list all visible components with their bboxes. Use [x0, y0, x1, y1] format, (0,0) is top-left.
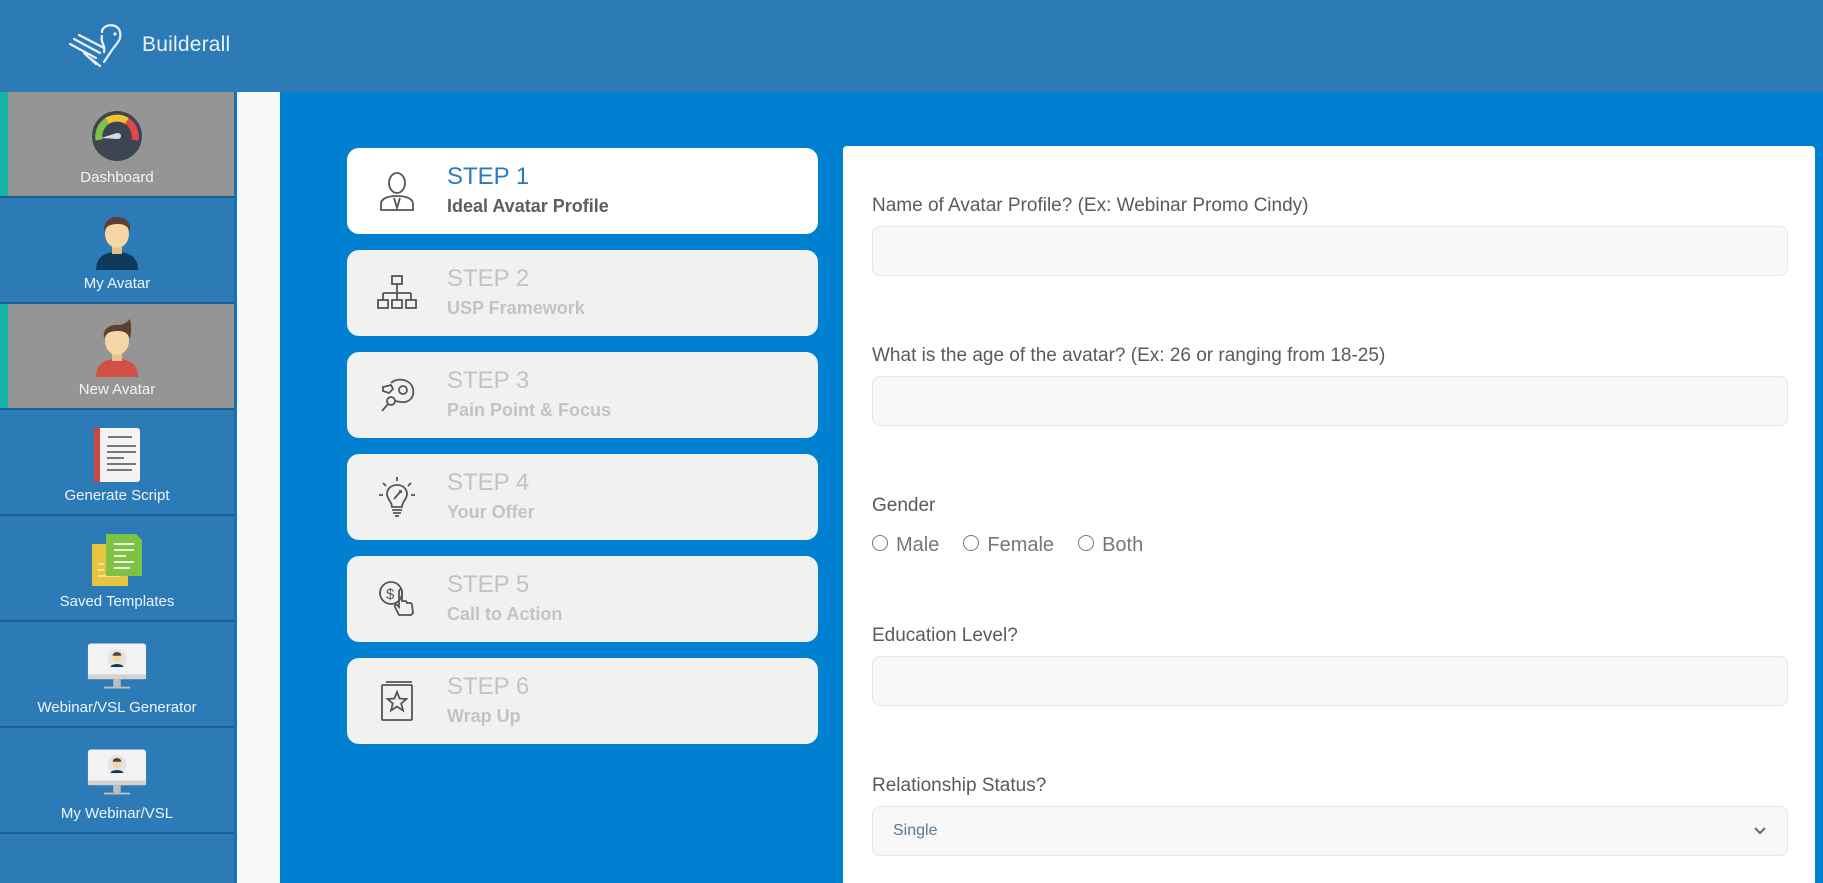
radio-label: Male [896, 534, 940, 556]
avatar-name-label: Name of Avatar Profile? (Ex: Webinar Pro… [872, 195, 1309, 216]
sidebar-item-label: Generate Script [64, 487, 170, 504]
monitor-avatar-icon [87, 743, 147, 801]
sidebar-item-dashboard[interactable]: Dashboard [0, 92, 234, 198]
sidebar-item-my-webinar-vsl[interactable]: My Webinar/VSL [0, 728, 234, 834]
step-name: Pain Point & Focus [447, 400, 612, 420]
relationship-label: Relationship Status? [872, 775, 1047, 796]
brand-name: Builderall [142, 33, 231, 56]
relationship-selected-value: Single [893, 822, 938, 839]
step-name: Call to Action [447, 604, 563, 624]
top-header: Builderall [0, 0, 1823, 92]
education-label: Education Level? [872, 625, 1018, 646]
sidebar-item-generate-script[interactable]: Generate Script [0, 410, 234, 516]
avatar-age-label: What is the age of the avatar? (Ex: 26 o… [872, 345, 1386, 366]
star-book-icon [347, 680, 447, 722]
gender-radio-male[interactable]: Male [872, 534, 939, 557]
step-name: USP Framework [447, 298, 585, 318]
sidebar: Dashboard My Avatar New Avatar Generate … [0, 92, 236, 883]
sidebar-item-label: My Avatar [83, 275, 151, 292]
step-number: STEP 1 [447, 163, 530, 190]
radio-circle[interactable] [872, 534, 888, 551]
monitor-avatar-icon [87, 637, 147, 695]
step-list: STEP 1 Ideal Avatar Profile STEP 2 USP F… [347, 148, 818, 760]
user-profile-icon [347, 170, 447, 212]
gender-radio-both[interactable]: Both [1078, 534, 1143, 557]
avatar-age-input[interactable] [872, 376, 1788, 426]
head-magnifier-icon [347, 375, 447, 415]
step-number: STEP 5 [447, 571, 530, 598]
step-1-tab[interactable]: STEP 1 Ideal Avatar Profile [347, 148, 818, 234]
avatar-profile-form: Name of Avatar Profile? (Ex: Webinar Pro… [843, 146, 1815, 883]
avatar-name-input[interactable] [872, 226, 1788, 276]
sidebar-item-label: Dashboard [80, 169, 154, 186]
step-2-tab[interactable]: STEP 2 USP Framework [347, 250, 818, 336]
radio-label: Female [987, 534, 1055, 556]
builderall-octopus-icon [68, 24, 122, 68]
gender-label: Gender [872, 495, 936, 516]
relationship-select[interactable]: Single [872, 806, 1788, 856]
education-input[interactable] [872, 656, 1788, 706]
hierarchy-icon [347, 273, 447, 313]
step-6-tab[interactable]: STEP 6 Wrap Up [347, 658, 818, 744]
builderall-logo[interactable]: Builderall [66, 22, 230, 68]
sidebar-item-saved-templates[interactable]: Saved Templates [0, 516, 234, 622]
avatar-new-icon [87, 319, 147, 377]
sidebar-item-label: My Webinar/VSL [60, 805, 174, 822]
saved-templates-icon [87, 531, 147, 589]
step-3-tab[interactable]: STEP 3 Pain Point & Focus [347, 352, 818, 438]
step-number: STEP 3 [447, 367, 530, 394]
chevron-down-icon [1754, 827, 1766, 835]
content-gutter [237, 92, 280, 883]
dollar-click-icon: $ [347, 579, 447, 619]
lightbulb-icon [347, 475, 447, 519]
avatar-man-icon [87, 213, 147, 271]
sidebar-item-my-avatar[interactable]: My Avatar [0, 198, 234, 304]
step-number: STEP 6 [447, 673, 530, 700]
step-name: Wrap Up [447, 706, 521, 726]
svg-text:$: $ [386, 586, 395, 603]
radio-circle[interactable] [1078, 534, 1095, 551]
step-name: Ideal Avatar Profile [447, 196, 609, 216]
gauge-icon [87, 107, 147, 165]
step-4-tab[interactable]: STEP 4 Your Offer [347, 454, 818, 540]
radio-label: Both [1102, 534, 1144, 556]
step-number: STEP 2 [447, 265, 530, 292]
step-number: STEP 4 [447, 469, 530, 496]
sidebar-item-webinar-vsl-generator[interactable]: Webinar/VSL Generator [0, 622, 234, 728]
gender-radio-group: Male Female Both [872, 534, 1143, 557]
sidebar-item-label: Webinar/VSL Generator [37, 699, 197, 716]
sidebar-item-label: New Avatar [78, 381, 156, 398]
script-document-icon [87, 425, 147, 483]
step-5-tab[interactable]: $ STEP 5 Call to Action [347, 556, 818, 642]
step-name: Your Offer [447, 502, 535, 522]
gender-radio-female[interactable]: Female [963, 534, 1054, 557]
sidebar-item-new-avatar[interactable]: New Avatar [0, 304, 234, 410]
radio-circle[interactable] [963, 534, 980, 551]
sidebar-item-label: Saved Templates [59, 593, 175, 610]
